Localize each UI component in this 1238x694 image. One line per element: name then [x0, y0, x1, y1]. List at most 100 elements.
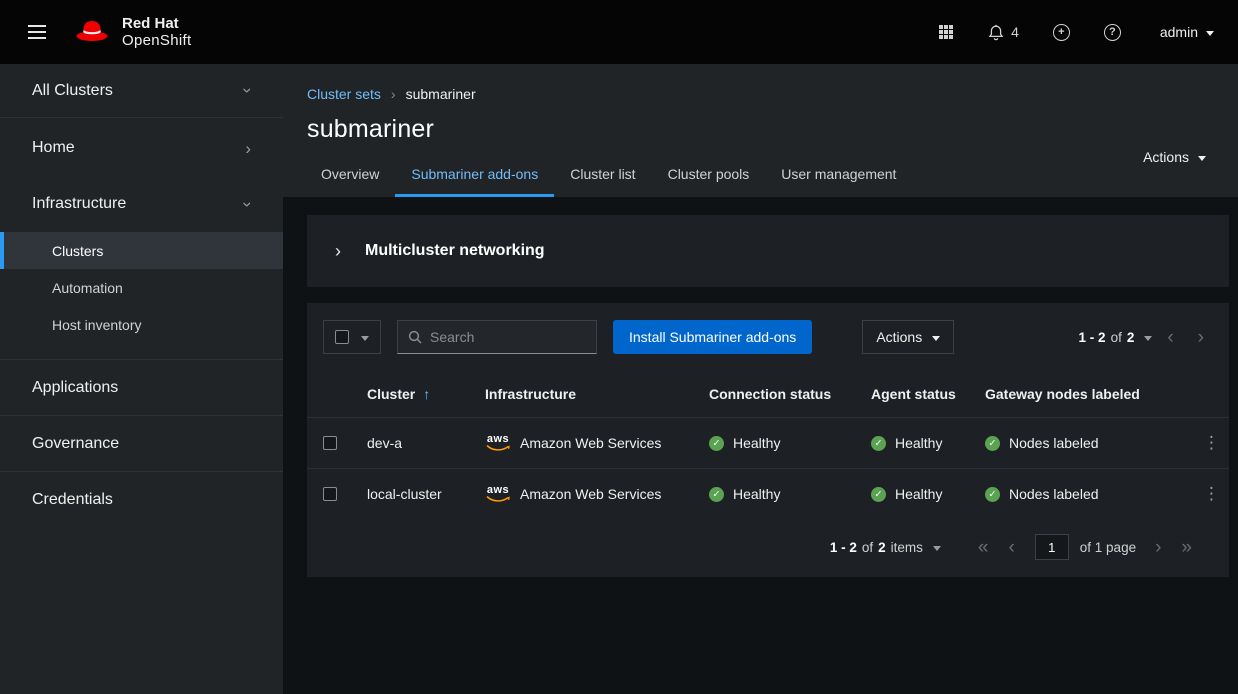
check-circle-icon: ✓	[985, 436, 1000, 451]
next-page-button[interactable]: ›	[1146, 536, 1170, 559]
row-kebab-menu[interactable]: ⋮	[1195, 480, 1228, 508]
agent-status-cell: ✓ Healthy	[857, 418, 971, 468]
user-menu-dropdown[interactable]: admin	[1160, 24, 1214, 40]
page-header: Cluster sets › submariner submariner Ove…	[283, 64, 1238, 197]
row-kebab-menu[interactable]: ⋮	[1195, 429, 1228, 457]
apps-grid-icon	[938, 24, 954, 40]
nav-toggle-button[interactable]	[16, 19, 58, 45]
tab-user-management[interactable]: User management	[765, 156, 912, 197]
page-actions-dropdown[interactable]: Actions	[1143, 149, 1206, 165]
clusters-label: Clusters	[52, 243, 103, 259]
pagination-nav: « ‹ of 1 page › »	[969, 534, 1201, 560]
tab-cluster-list[interactable]: Cluster list	[554, 156, 651, 197]
sidebar-item-applications[interactable]: Applications	[0, 359, 283, 415]
prev-page-button[interactable]: ‹	[1158, 326, 1182, 349]
row-actions-cell: ⋮	[1181, 469, 1229, 519]
tab-overview[interactable]: Overview	[305, 156, 395, 197]
sort-by-cluster-button[interactable]: Cluster ↑	[367, 386, 430, 402]
table-actions-label: Actions	[876, 329, 922, 345]
submariner-addons-card: Install Submariner add-ons Actions 1 - 2…	[307, 303, 1229, 577]
aws-icon: aws	[485, 485, 511, 503]
header-checkbox-cell	[307, 371, 353, 417]
last-page-button[interactable]: »	[1172, 536, 1201, 559]
pagination-of: of	[1111, 330, 1122, 345]
pagination-menu-toggle[interactable]: 1 - 2 of 2 items	[830, 540, 941, 555]
breadcrumb-link-cluster-sets[interactable]: Cluster sets	[307, 86, 381, 102]
check-circle-icon: ✓	[709, 487, 724, 502]
infrastructure-label: Infrastructure	[32, 195, 126, 213]
infrastructure-cell: aws Amazon Web Services	[471, 469, 695, 519]
agent-status-label: Healthy	[895, 435, 942, 451]
column-header-connection-status: Connection status	[695, 371, 857, 417]
aws-smile-icon	[486, 496, 510, 503]
pagination-range: 1 - 2	[1079, 330, 1106, 345]
check-circle-icon: ✓	[709, 436, 724, 451]
row-checkbox[interactable]	[323, 487, 337, 501]
sort-ascending-icon: ↑	[423, 386, 430, 402]
prev-page-button[interactable]: ‹	[999, 536, 1023, 559]
row-checkbox[interactable]	[323, 436, 337, 450]
brand-logo[interactable]: Red Hat OpenShift	[72, 15, 191, 50]
app-window: Red Hat OpenShift 4 + ?	[0, 0, 1238, 694]
install-submariner-button[interactable]: Install Submariner add-ons	[613, 320, 812, 354]
sidebar: All Clusters › Home › Infrastructure › C…	[0, 64, 283, 694]
chevron-down-icon: ›	[240, 201, 257, 207]
multicluster-networking-card[interactable]: › Multicluster networking	[307, 215, 1229, 287]
gateway-nodes-label: Nodes labeled	[1009, 435, 1099, 451]
notification-count: 4	[1011, 24, 1019, 40]
sidebar-item-clusters[interactable]: Clusters	[0, 232, 283, 269]
current-page-input[interactable]	[1035, 534, 1069, 560]
agent-status-label: Healthy	[895, 486, 942, 502]
applications-label: Applications	[32, 379, 118, 397]
expand-chevron-right-icon[interactable]: ›	[335, 242, 341, 260]
sidebar-item-host-inventory[interactable]: Host inventory	[0, 306, 283, 343]
row-checkbox-cell	[307, 418, 353, 468]
sidebar-item-governance[interactable]: Governance	[0, 415, 283, 471]
connection-status-label: Healthy	[733, 435, 780, 451]
caret-down-icon	[1198, 156, 1206, 165]
sidebar-item-automation[interactable]: Automation	[0, 269, 283, 306]
redhat-hat-icon	[72, 18, 112, 46]
brand-text: Red Hat OpenShift	[122, 15, 191, 50]
tab-submariner-add-ons[interactable]: Submariner add-ons	[395, 156, 554, 197]
check-circle-icon: ✓	[985, 487, 1000, 502]
cluster-header-label: Cluster	[367, 386, 415, 402]
pagination-total: 2	[1127, 330, 1135, 345]
breadcrumb-separator-icon: ›	[391, 86, 396, 102]
search-icon	[408, 330, 422, 344]
bulk-select-dropdown[interactable]	[323, 320, 381, 354]
credentials-label: Credentials	[32, 491, 113, 509]
networking-card-title: Multicluster networking	[365, 242, 545, 260]
table-actions-dropdown[interactable]: Actions	[862, 320, 954, 354]
sidebar-item-infrastructure[interactable]: Infrastructure ›	[0, 176, 283, 232]
clusters-table: Cluster ↑ Infrastructure Connection stat…	[307, 371, 1229, 519]
masthead-toolbar: 4 + ? admin	[925, 16, 1214, 49]
nav-spacer	[0, 343, 283, 359]
search-input[interactable]	[430, 329, 586, 345]
table-row-dev-a: dev-a aws Amazon Web Services	[307, 417, 1229, 468]
connection-status-cell: ✓ Healthy	[695, 418, 857, 468]
breadcrumb: Cluster sets › submariner	[283, 64, 1238, 102]
help-button[interactable]: ?	[1091, 16, 1134, 49]
infrastructure-label: Amazon Web Services	[520, 435, 661, 451]
notifications-button[interactable]: 4	[975, 16, 1032, 49]
first-page-button[interactable]: «	[969, 536, 998, 559]
add-resource-button[interactable]: +	[1040, 16, 1083, 49]
table-row-local-cluster: local-cluster aws Amazon Web Services	[307, 468, 1229, 519]
tab-cluster-pools[interactable]: Cluster pools	[652, 156, 766, 197]
aws-smile-icon	[486, 445, 510, 452]
connection-status-label: Healthy	[733, 486, 780, 502]
cluster-perspective-switcher[interactable]: All Clusters ›	[0, 64, 283, 118]
next-page-button[interactable]: ›	[1189, 326, 1213, 349]
cluster-name: local-cluster	[353, 469, 471, 519]
app-launcher-button[interactable]	[925, 16, 967, 48]
caret-down-icon	[1144, 336, 1152, 345]
pagination-total: 2	[878, 540, 886, 555]
sidebar-item-home[interactable]: Home ›	[0, 120, 283, 176]
sidebar-item-credentials[interactable]: Credentials	[0, 471, 283, 527]
table-toolbar: Install Submariner add-ons Actions 1 - 2…	[307, 303, 1229, 371]
connection-status-cell: ✓ Healthy	[695, 469, 857, 519]
infrastructure-label: Amazon Web Services	[520, 486, 661, 502]
pagination-menu-toggle[interactable]: 1 - 2 of 2	[1079, 330, 1153, 345]
bulk-select-checkbox[interactable]	[335, 330, 349, 344]
